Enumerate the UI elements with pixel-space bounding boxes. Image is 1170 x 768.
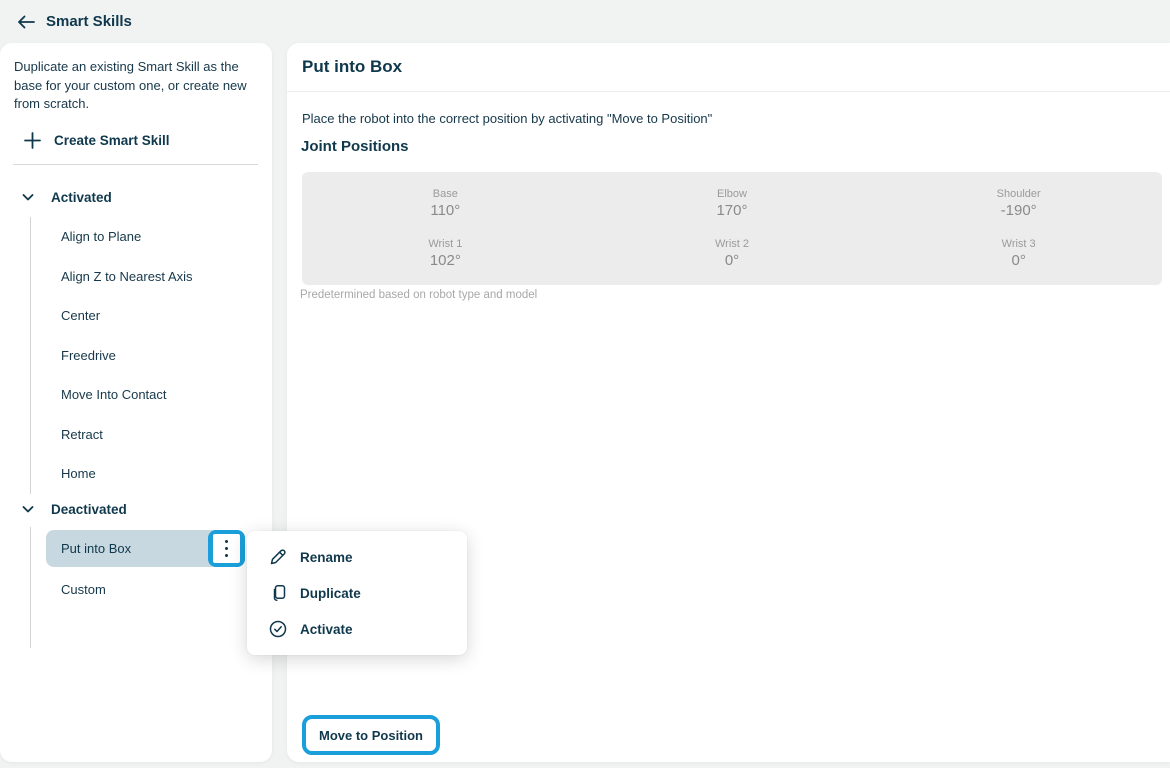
- sidebar-item-freedrive[interactable]: Freedrive: [31, 336, 260, 376]
- plus-icon: [24, 132, 41, 149]
- joint-value: 102°: [302, 252, 589, 269]
- menu-item-rename[interactable]: Rename: [247, 539, 467, 575]
- activated-item-list: Align to Plane Align Z to Nearest Axis C…: [30, 217, 260, 494]
- sidebar-divider: [13, 164, 258, 165]
- context-menu: Rename Duplicate Activate: [247, 531, 467, 655]
- duplicate-icon: [268, 583, 288, 603]
- sidebar-item-custom[interactable]: Custom: [31, 570, 260, 610]
- joint-label: Wrist 2: [589, 238, 876, 250]
- kebab-icon: [213, 534, 240, 563]
- instruction-text: Place the robot into the correct positio…: [302, 111, 712, 126]
- menu-item-activate[interactable]: Activate: [247, 611, 467, 647]
- sidebar: Duplicate an existing Smart Skill as the…: [0, 43, 272, 762]
- joint-value: 170°: [589, 202, 876, 219]
- group-label-activated: Activated: [51, 190, 112, 205]
- menu-item-rename-label: Rename: [300, 550, 353, 565]
- pencil-icon: [268, 547, 288, 567]
- joint-value: 0°: [589, 252, 876, 269]
- arrow-left-icon: [16, 14, 36, 30]
- joint-positions-panel: Base 110° Elbow 170° Shoulder -190° Wris…: [302, 172, 1162, 285]
- sidebar-item-put-into-box-row: Put into Box: [31, 527, 260, 570]
- page-title: Smart Skills: [46, 13, 132, 30]
- sidebar-item-home[interactable]: Home: [31, 454, 260, 494]
- joint-cell-elbow: Elbow 170°: [589, 188, 876, 219]
- app-root: Smart Skills Duplicate an existing Smart…: [0, 0, 1170, 768]
- sidebar-item-move-into-contact[interactable]: Move Into Contact: [31, 375, 260, 415]
- joint-value: 110°: [302, 202, 589, 219]
- joint-label: Shoulder: [875, 188, 1162, 200]
- sidebar-description: Duplicate an existing Smart Skill as the…: [14, 58, 258, 114]
- move-to-position-button[interactable]: Move to Position: [302, 715, 440, 755]
- sidebar-item-align-z-to-nearest-axis[interactable]: Align Z to Nearest Axis: [31, 257, 260, 297]
- joint-cell-wrist1: Wrist 1 102°: [302, 238, 589, 269]
- skill-title: Put into Box: [302, 57, 402, 77]
- joint-cell-wrist3: Wrist 3 0°: [875, 238, 1162, 269]
- joint-label: Wrist 3: [875, 238, 1162, 250]
- create-smart-skill-label: Create Smart Skill: [54, 133, 170, 148]
- group-label-deactivated: Deactivated: [51, 502, 127, 517]
- back-button[interactable]: [10, 6, 42, 38]
- create-smart-skill-button[interactable]: Create Smart Skill: [24, 126, 170, 154]
- title-divider: [287, 91, 1170, 92]
- menu-item-duplicate[interactable]: Duplicate: [247, 575, 467, 611]
- chevron-down-icon: [20, 501, 36, 517]
- joint-cell-wrist2: Wrist 2 0°: [589, 238, 876, 269]
- menu-item-duplicate-label: Duplicate: [300, 586, 361, 601]
- joint-label: Wrist 1: [302, 238, 589, 250]
- joint-value: 0°: [875, 252, 1162, 269]
- joint-value: -190°: [875, 202, 1162, 219]
- custom-item-wrap: Custom: [31, 570, 260, 610]
- joint-label: Elbow: [589, 188, 876, 200]
- joint-cell-shoulder: Shoulder -190°: [875, 188, 1162, 219]
- sidebar-item-retract[interactable]: Retract: [31, 415, 260, 455]
- menu-item-activate-label: Activate: [300, 622, 353, 637]
- group-header-activated[interactable]: Activated: [20, 185, 112, 209]
- joint-label: Base: [302, 188, 589, 200]
- sidebar-item-center[interactable]: Center: [31, 296, 260, 336]
- group-header-deactivated[interactable]: Deactivated: [20, 497, 127, 521]
- item-menu-button[interactable]: [208, 530, 245, 567]
- sidebar-item-align-to-plane[interactable]: Align to Plane: [31, 217, 260, 257]
- top-header: Smart Skills: [0, 0, 1170, 43]
- joint-positions-heading: Joint Positions: [301, 138, 409, 155]
- chevron-down-icon: [20, 189, 36, 205]
- deactivated-item-list: Put into Box Custom: [30, 527, 260, 648]
- check-circle-icon: [268, 619, 288, 639]
- joint-positions-hint: Predetermined based on robot type and mo…: [300, 289, 537, 301]
- joint-cell-base: Base 110°: [302, 188, 589, 219]
